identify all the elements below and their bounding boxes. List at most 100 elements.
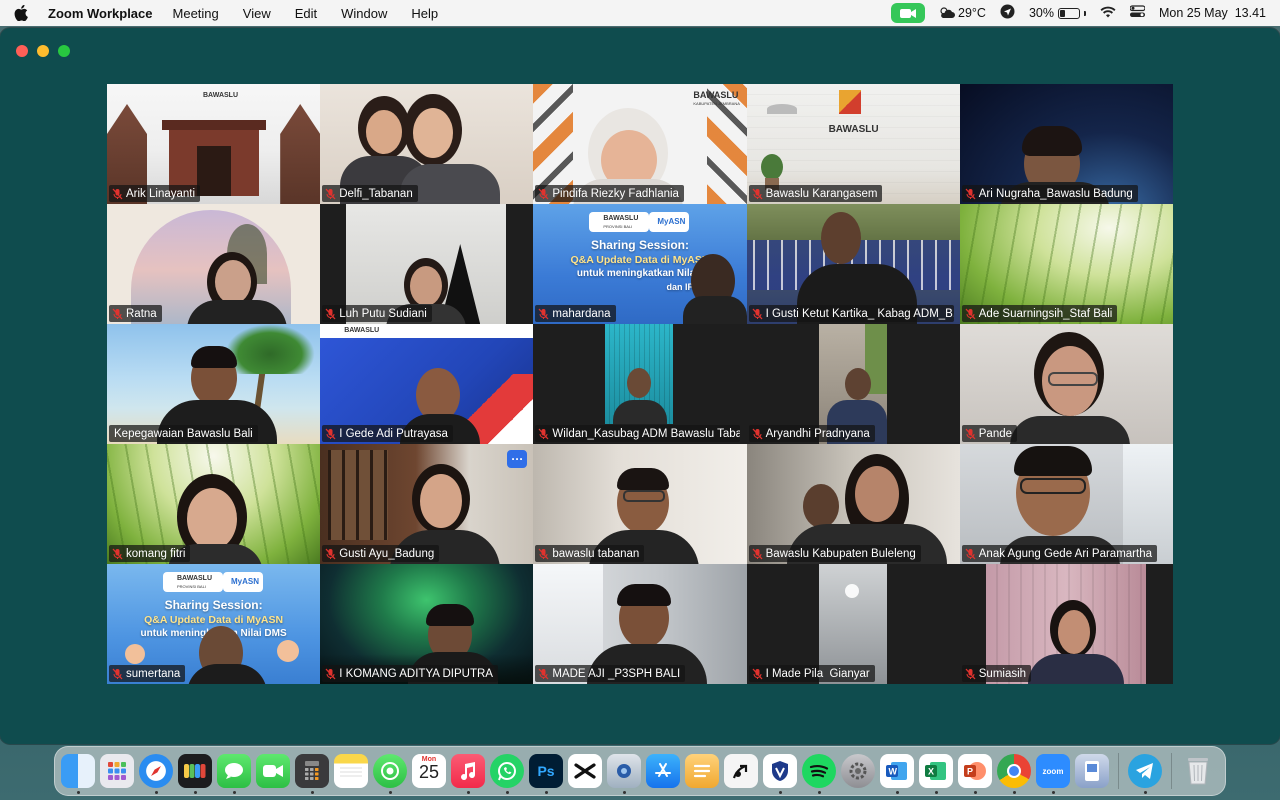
participant-tile[interactable]: MADE AJI _P3SPH BALI — [533, 564, 747, 684]
participant-tile[interactable]: I Made Pila Gianyar — [746, 564, 960, 684]
participant-tile[interactable]: BAWASLU KABUPATEN JEMBRANA Pindifa Riezk… — [533, 84, 747, 204]
app-store-icon[interactable] — [646, 754, 680, 788]
launchpad-icon[interactable] — [100, 754, 134, 788]
participant-tile[interactable]: Aryandhi Pradnyana — [746, 324, 960, 444]
participant-name-tag: Pindifa Riezky Fadhlania — [535, 185, 684, 202]
chrome-icon[interactable] — [997, 754, 1031, 794]
participant-tile[interactable]: BAWASLU PROVINSI BALI MyASN Sharing Sess… — [533, 204, 747, 324]
participant-name-tag: Ari Nugraha_Bawaslu Badung — [961, 185, 1138, 202]
participant-name: Bawaslu Karangasem — [765, 187, 878, 200]
apple-icon[interactable] — [14, 5, 28, 21]
minimize-window-button[interactable] — [37, 45, 49, 57]
participant-tile[interactable]: I Gusti Ketut Kartika_ Kabag ADM_B... — [746, 204, 960, 324]
participant-tile[interactable]: Sumiasih — [959, 564, 1173, 684]
location-icon[interactable] — [1000, 4, 1015, 22]
participant-tile[interactable]: BAWASLU Bawaslu Karangasem — [746, 84, 960, 204]
participant-name-tag: Delfi_Tabanan — [322, 185, 418, 202]
menu-edit[interactable]: Edit — [295, 6, 317, 21]
participant-name: Anak Agung Gede Ari Paramartha — [978, 547, 1152, 560]
bawaslu-logo: BAWASLU — [177, 575, 212, 582]
capcut-icon[interactable] — [568, 754, 602, 788]
telegram-icon[interactable] — [1128, 754, 1162, 794]
spotify-icon[interactable] — [802, 754, 836, 794]
vpn-shield-icon[interactable] — [763, 754, 797, 794]
participant-tile[interactable]: Luh Putu Sudiani — [320, 204, 534, 324]
calendar-icon[interactable]: Mon 25 — [412, 754, 446, 788]
clock[interactable]: Mon 25 May 13.41 — [1159, 6, 1266, 20]
participant-tile[interactable]: I KOMANG ADITYA DIPUTRA — [320, 564, 534, 684]
participant-tile[interactable]: Wildan_Kasubag ADM Bawaslu Taba... — [533, 324, 747, 444]
zoom-icon[interactable]: zoom — [1036, 754, 1070, 794]
camera-in-use-icon[interactable] — [891, 3, 926, 23]
menu-window[interactable]: Window — [341, 6, 387, 21]
menu-help[interactable]: Help — [411, 6, 438, 21]
participant-tile[interactable]: bawaslu tabanan — [533, 444, 747, 564]
whatsapp-icon[interactable] — [490, 754, 524, 794]
mic-muted-icon — [965, 668, 976, 679]
system-settings-icon[interactable] — [841, 754, 875, 788]
window-controls — [16, 45, 70, 57]
participant-name-tag: Aryandhi Pradnyana — [748, 425, 875, 442]
weather-widget[interactable]: 29°C — [939, 6, 986, 20]
music-icon[interactable] — [451, 754, 485, 794]
mic-muted-icon — [538, 308, 549, 319]
participant-name: I Gusti Ketut Kartika_ Kabag ADM_B... — [765, 307, 954, 320]
participant-tile[interactable]: BAWASLU PROVINSI BALI MyASN Sharing Sess… — [107, 564, 321, 684]
notes-icon[interactable] — [334, 754, 368, 788]
preview-icon[interactable] — [1075, 754, 1109, 788]
myasn-logo: MyASN — [657, 217, 686, 226]
app-name[interactable]: Zoom Workplace — [48, 6, 153, 21]
participant-tile[interactable]: Ari Nugraha_Bawaslu Badung — [959, 84, 1173, 204]
fullscreen-window-button[interactable] — [58, 45, 70, 57]
bawaslu-logo: BAWASLU — [693, 90, 739, 100]
participant-name: sumertana — [126, 667, 181, 680]
participant-name-tag: MADE AJI _P3SPH BALI — [535, 665, 686, 682]
participant-name-tag: I Gede Adi Putrayasa — [322, 425, 453, 442]
photoshop-icon[interactable]: Ps — [529, 754, 563, 794]
menu-view[interactable]: View — [243, 6, 271, 21]
participant-tile[interactable]: Anak Agung Gede Ari Paramartha — [959, 444, 1173, 564]
powerpoint-icon[interactable]: P — [958, 754, 992, 794]
finder-icon[interactable] — [61, 754, 95, 794]
pages-icon[interactable] — [685, 754, 719, 788]
mic-muted-icon — [538, 548, 549, 559]
participant-tile[interactable]: BAWASLU I Gede Adi Putrayasa — [320, 324, 534, 444]
reading-app-icon[interactable] — [724, 754, 758, 788]
participant-tile[interactable]: ··· Gusti Ayu_Badung — [320, 444, 534, 564]
menu-meeting[interactable]: Meeting — [173, 6, 219, 21]
calculator-icon[interactable] — [295, 754, 329, 794]
trash-icon[interactable] — [1181, 754, 1215, 788]
more-options-button[interactable]: ··· — [507, 450, 528, 468]
participant-name: MADE AJI _P3SPH BALI — [552, 667, 681, 680]
bawaslu-logo: BAWASLU — [344, 327, 380, 334]
wifi-icon[interactable] — [1100, 6, 1116, 21]
participant-name: Pindifa Riezky Fadhlania — [552, 187, 679, 200]
photo-booth-icon[interactable] — [178, 754, 212, 794]
find-my-icon[interactable] — [373, 754, 407, 794]
excel-icon[interactable]: X — [919, 754, 953, 794]
messages-icon[interactable] — [217, 754, 251, 794]
participant-tile-active-speaker[interactable]: Kepegawaian Bawaslu Bali — [107, 324, 321, 444]
participant-name: Delfi_Tabanan — [339, 187, 413, 200]
facetime-icon[interactable] — [256, 754, 290, 788]
participant-name: bawaslu tabanan — [552, 547, 640, 560]
participant-tile[interactable]: Pande — [959, 324, 1173, 444]
participant-tile[interactable]: Ratna — [107, 204, 321, 324]
participant-name: Bawaslu Kabupaten Buleleng — [765, 547, 916, 560]
participant-name-tag: Bawaslu Karangasem — [748, 185, 883, 202]
participant-tile[interactable]: komang fitri — [107, 444, 321, 564]
participant-name: mahardana — [552, 307, 611, 320]
battery-status[interactable]: 30% — [1029, 6, 1086, 20]
safari-icon[interactable] — [139, 754, 173, 794]
participant-tile[interactable]: Ade Suarningsih_Staf Bali — [959, 204, 1173, 324]
close-window-button[interactable] — [16, 45, 28, 57]
word-icon[interactable]: W — [880, 754, 914, 794]
participant-name-tag: Bawaslu Kabupaten Buleleng — [748, 545, 921, 562]
participant-tile[interactable]: BAWASLU Arik Linayanti — [107, 84, 321, 204]
participant-tile[interactable]: Bawaslu Kabupaten Buleleng — [746, 444, 960, 564]
control-center-icon[interactable] — [1129, 5, 1146, 21]
screen-capture-icon[interactable] — [607, 754, 641, 794]
mic-muted-icon — [325, 548, 336, 559]
provinsi-bali-label: PROVINSI BALI — [177, 584, 206, 589]
participant-tile[interactable]: Delfi_Tabanan — [320, 84, 534, 204]
